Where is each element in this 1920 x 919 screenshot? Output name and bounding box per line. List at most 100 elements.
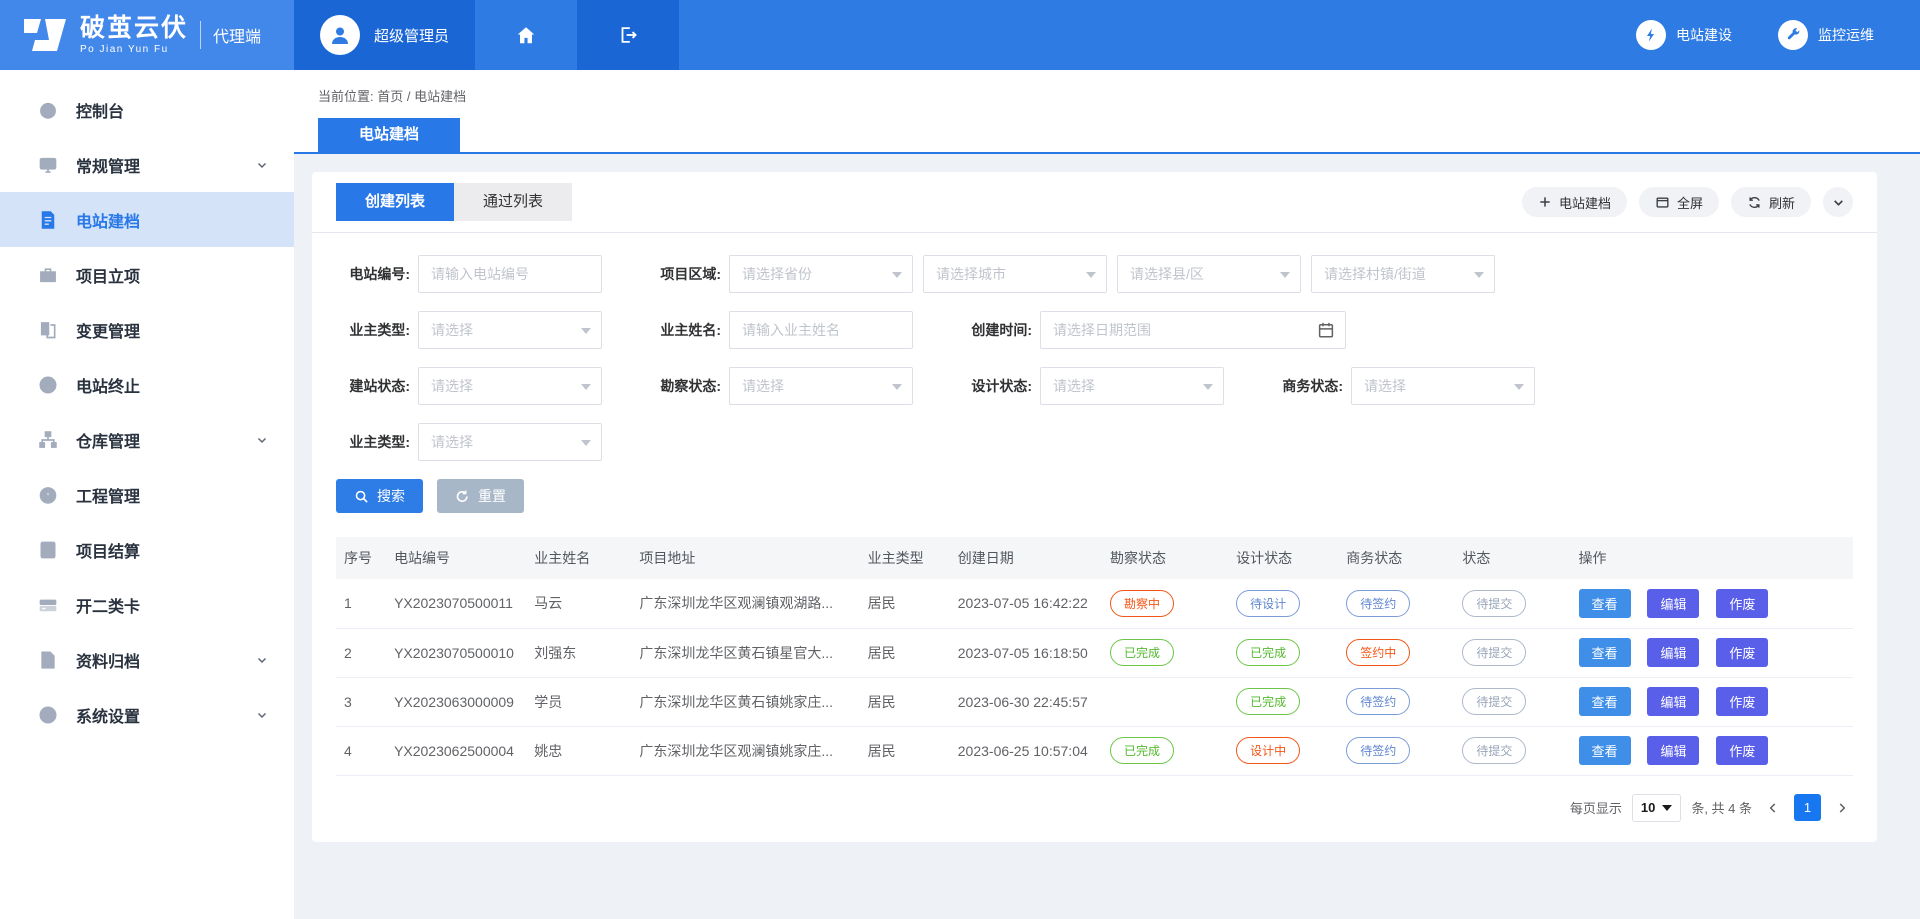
reset-button[interactable]: 重置	[437, 479, 524, 513]
fullscreen-button[interactable]: 全屏	[1639, 187, 1719, 217]
user-menu[interactable]: 超级管理员	[294, 0, 475, 70]
view-button[interactable]: 查看	[1579, 687, 1631, 716]
sidebar-item-type2-card[interactable]: 开二类卡	[0, 577, 294, 632]
collapse-button[interactable]	[1823, 187, 1853, 217]
edit-button[interactable]: 编辑	[1647, 589, 1699, 618]
tab-create-list[interactable]: 创建列表	[336, 183, 454, 221]
design-status-badge: 已完成	[1236, 639, 1300, 666]
sidebar: 控制台 常规管理 电站建档 项目立项	[0, 70, 294, 919]
chevron-down-icon	[581, 384, 591, 390]
col-header-actions: 操作	[1571, 537, 1853, 579]
fullscreen-icon	[1655, 195, 1670, 210]
home-button[interactable]	[475, 0, 577, 70]
province-select[interactable]: 请选择省份	[729, 255, 913, 293]
sidebar-item-console[interactable]: 控制台	[0, 82, 294, 137]
view-button[interactable]: 查看	[1579, 736, 1631, 765]
col-header-created: 创建日期	[950, 537, 1102, 579]
void-button[interactable]: 作废	[1716, 589, 1768, 618]
edit-button[interactable]: 编辑	[1647, 638, 1699, 667]
logout-icon	[617, 24, 639, 46]
station-filing-panel: 创建列表 通过列表 电站建档 全屏	[312, 172, 1877, 842]
sidebar-item-engineering-management[interactable]: 工程管理	[0, 467, 294, 522]
business-status-select[interactable]: 请选择	[1351, 367, 1535, 405]
sidebar-item-project-settlement[interactable]: 项目结算	[0, 522, 294, 577]
next-page-button[interactable]	[1831, 801, 1853, 815]
status-badge: 待提交	[1462, 590, 1526, 617]
sidebar-item-station-termination[interactable]: 电站终止	[0, 357, 294, 412]
owner-type-select[interactable]: 请选择	[418, 311, 602, 349]
bolt-icon	[1636, 20, 1666, 50]
filter-label-region: 项目区域:	[647, 264, 721, 284]
table-row: 1 YX2023070500011 马云 广东深圳龙华区观澜镇观湖路... 居民…	[336, 579, 1853, 628]
chevron-down-icon	[256, 159, 268, 171]
view-button[interactable]: 查看	[1579, 638, 1631, 667]
chevron-left-icon	[1766, 801, 1780, 815]
chevron-down-icon	[256, 709, 268, 721]
city-select[interactable]: 请选择城市	[923, 255, 1107, 293]
sidebar-item-change-management[interactable]: 变更管理	[0, 302, 294, 357]
sidebar-item-warehouse-management[interactable]: 仓库管理	[0, 412, 294, 467]
page-1-button[interactable]: 1	[1794, 794, 1821, 821]
station-no-input[interactable]	[418, 255, 602, 293]
logo[interactable]: 破茧云伏 Po Jian Yun Fu 代理端	[0, 0, 294, 70]
sidebar-item-general-management[interactable]: 常规管理	[0, 137, 294, 192]
owner-name-input[interactable]	[729, 311, 913, 349]
chevron-down-icon	[581, 328, 591, 334]
tab-passed-list[interactable]: 通过列表	[454, 183, 572, 221]
logout-button[interactable]	[577, 0, 679, 70]
edit-button[interactable]: 编辑	[1647, 736, 1699, 765]
sidebar-item-station-filing[interactable]: 电站建档	[0, 192, 294, 247]
refresh-button[interactable]: 刷新	[1731, 187, 1811, 217]
filter-label-create-time: 创建时间:	[958, 320, 1032, 340]
owner-type-select-2[interactable]: 请选择	[418, 423, 602, 461]
settings-icon	[38, 705, 58, 725]
business-status-badge: 待签约	[1346, 688, 1410, 715]
table-header-row: 序号 电站编号 业主姓名 项目地址 业主类型 创建日期 勘察状态 设计状态 商务…	[336, 537, 1853, 579]
view-button[interactable]: 查看	[1579, 589, 1631, 618]
filter-label-owner-type: 业主类型:	[336, 320, 410, 340]
add-station-button[interactable]: 电站建档	[1522, 187, 1627, 217]
date-range-picker[interactable]: 请选择日期范围	[1040, 311, 1346, 349]
void-button[interactable]: 作废	[1716, 638, 1768, 667]
county-select[interactable]: 请选择县/区	[1117, 255, 1301, 293]
void-button[interactable]: 作废	[1716, 736, 1768, 765]
survey-status-badge: 已完成	[1110, 639, 1174, 666]
list-tabs: 创建列表 通过列表	[336, 183, 572, 221]
status-badge: 待提交	[1462, 737, 1526, 764]
search-button[interactable]: 搜索	[336, 479, 423, 513]
breadcrumb-separator: /	[407, 89, 411, 104]
monitor-icon	[38, 155, 58, 175]
per-page-select[interactable]: 10	[1632, 794, 1681, 822]
plus-icon	[1538, 195, 1552, 209]
top-link-construction[interactable]: 电站建设	[1636, 0, 1732, 70]
top-link-ops[interactable]: 监控运维	[1778, 0, 1874, 70]
col-header-no: 序号	[336, 537, 386, 579]
breadcrumb-home[interactable]: 首页	[377, 89, 403, 104]
card-icon	[38, 595, 58, 615]
search-icon	[354, 489, 369, 504]
page-tab-station-filing[interactable]: 电站建档	[318, 118, 460, 152]
town-select[interactable]: 请选择村镇/街道	[1311, 255, 1495, 293]
prev-page-button[interactable]	[1762, 801, 1784, 815]
col-header-address: 项目地址	[631, 537, 859, 579]
col-header-status: 状态	[1454, 537, 1570, 579]
dashboard-icon	[38, 100, 58, 120]
sidebar-item-system-settings[interactable]: 系统设置	[0, 687, 294, 742]
sidebar-item-data-archive[interactable]: 资料归档	[0, 632, 294, 687]
survey-status-badge: 已完成	[1110, 737, 1174, 764]
build-status-select[interactable]: 请选择	[418, 367, 602, 405]
page-tab-row: 电站建档	[294, 118, 1920, 154]
edit-button[interactable]: 编辑	[1647, 687, 1699, 716]
chevron-down-icon	[892, 272, 902, 278]
refresh-icon	[1747, 195, 1762, 210]
chevron-down-icon	[1662, 805, 1672, 811]
portal-label: 代理端	[213, 23, 261, 47]
design-status-badge: 已完成	[1236, 688, 1300, 715]
sidebar-item-project-initiation[interactable]: 项目立项	[0, 247, 294, 302]
survey-status-select[interactable]: 请选择	[729, 367, 913, 405]
design-status-select[interactable]: 请选择	[1040, 367, 1224, 405]
breadcrumb-prefix: 当前位置:	[318, 89, 374, 104]
void-button[interactable]: 作废	[1716, 687, 1768, 716]
total-count-label: 条, 共 4 条	[1691, 798, 1752, 817]
table-row: 3 YX2023063000009 学员 广东深圳龙华区黄石镇姚家庄... 居民…	[336, 677, 1853, 726]
